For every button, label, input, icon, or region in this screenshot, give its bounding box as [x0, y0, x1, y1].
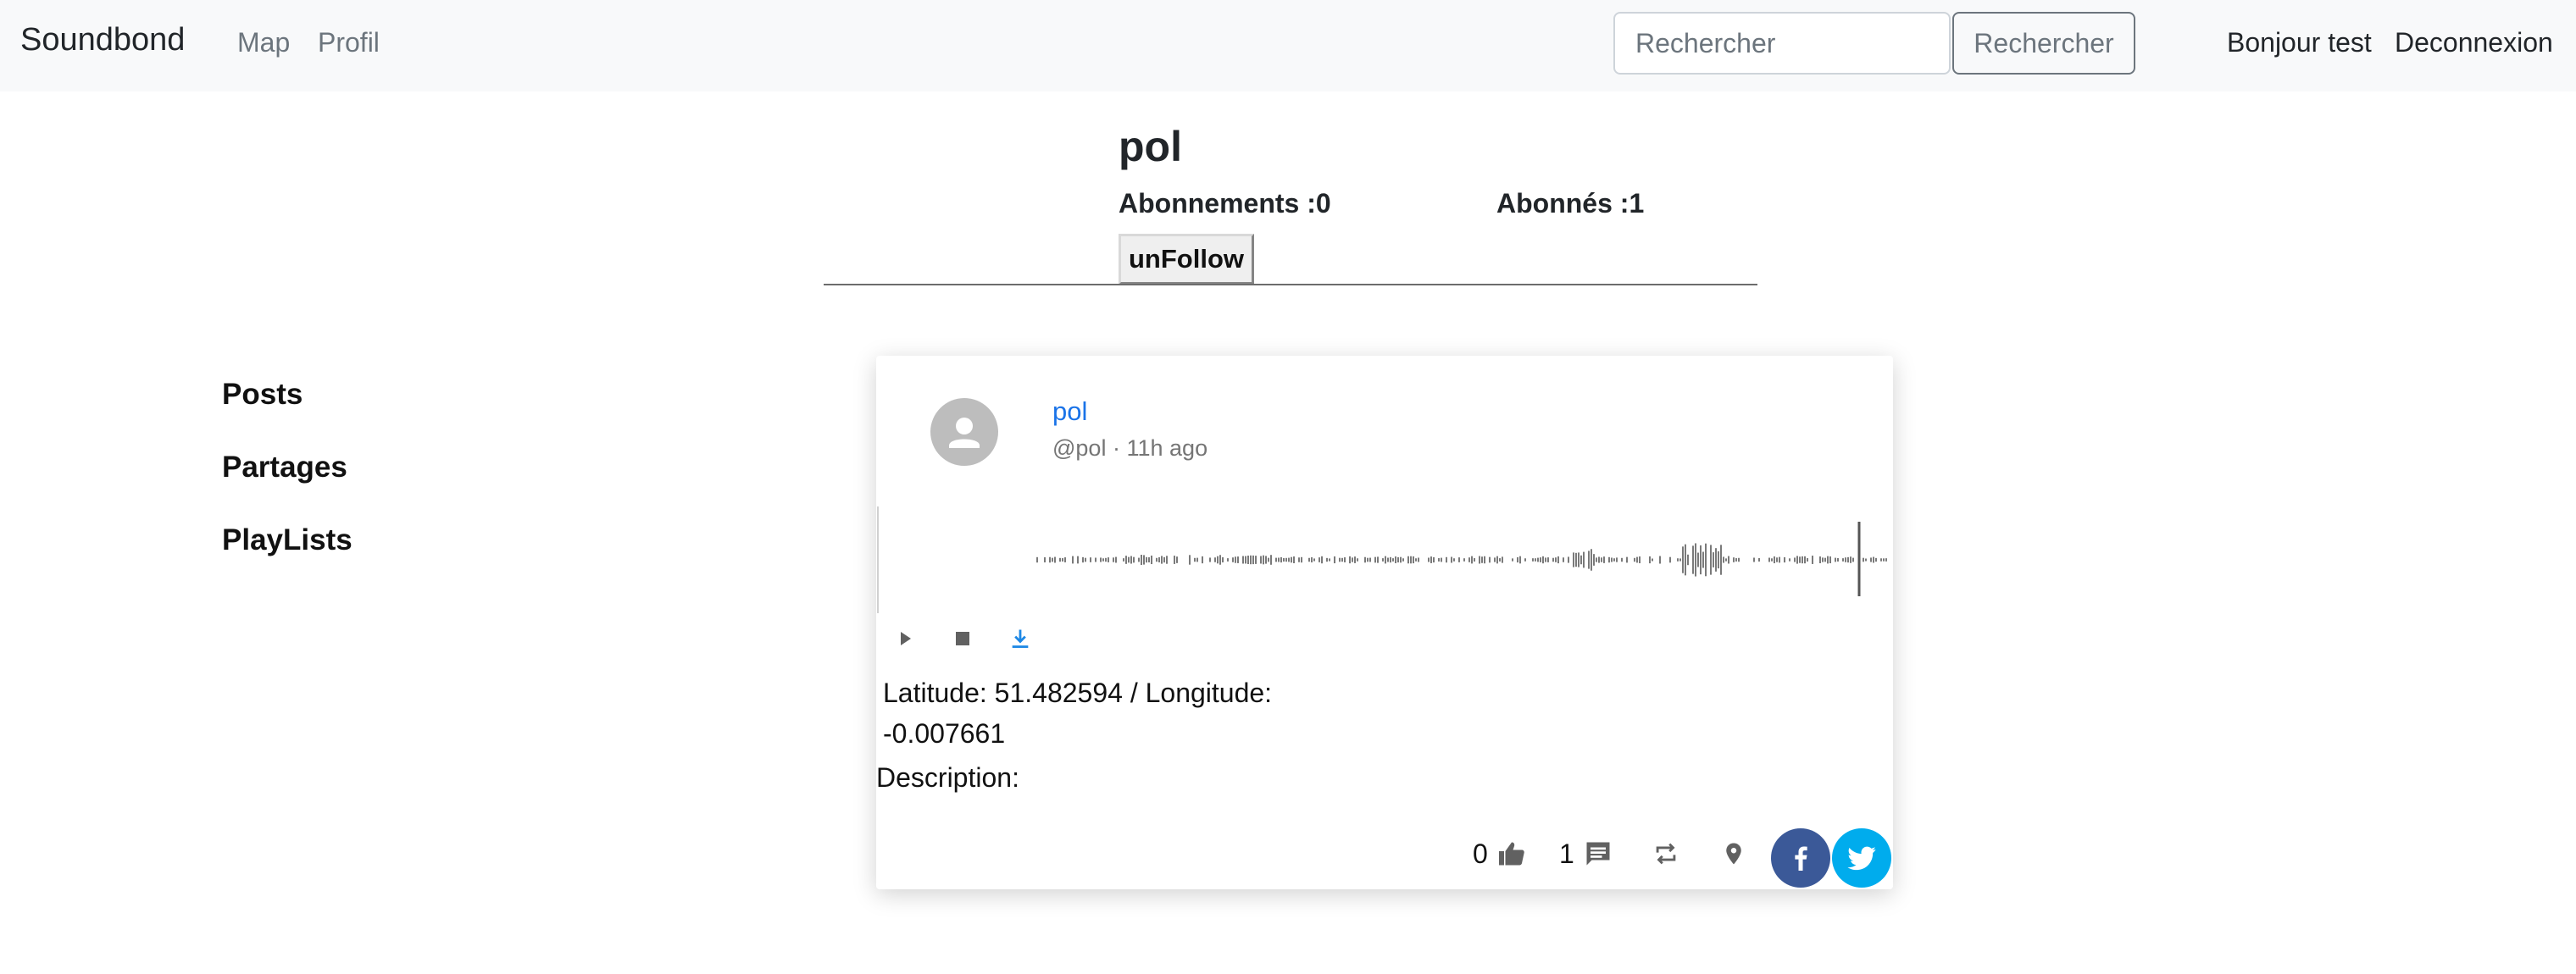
- followers-count: Abonnés :1: [1496, 188, 1645, 219]
- like-count: 0: [1473, 838, 1488, 869]
- post-author[interactable]: pol: [1052, 396, 1087, 427]
- navbar: Soundbond Map Profil Rechercher Bonjour …: [0, 0, 2576, 91]
- twitter-share-button[interactable]: [1832, 828, 1891, 888]
- logout-link[interactable]: Deconnexion: [2395, 27, 2553, 58]
- audio-waveform[interactable]: [876, 506, 1893, 613]
- like-button[interactable]: [1493, 835, 1530, 872]
- avatar[interactable]: [930, 398, 998, 466]
- search-input[interactable]: [1613, 12, 1951, 75]
- nav-link-map[interactable]: Map: [237, 27, 290, 58]
- person-icon: [949, 418, 980, 448]
- comment-icon: [1586, 842, 1610, 866]
- greeting-text: Bonjour test: [2227, 27, 2372, 58]
- play-icon: [901, 632, 911, 645]
- nav-link-profil[interactable]: Profil: [318, 27, 380, 58]
- twitter-icon: [1847, 846, 1876, 871]
- thumb-up-icon: [1499, 842, 1524, 866]
- brand-logo[interactable]: Soundbond: [20, 22, 185, 58]
- post-time: 11h ago: [1126, 435, 1208, 461]
- profile-name: pol: [1119, 123, 1182, 170]
- description-label: Description:: [876, 762, 1019, 793]
- unfollow-button[interactable]: unFollow: [1119, 234, 1254, 285]
- download-button[interactable]: [1000, 618, 1041, 659]
- meta-separator: ·: [1112, 435, 1120, 461]
- comment-button[interactable]: [1579, 835, 1617, 872]
- subscriptions-count: Abonnements :0: [1119, 188, 1331, 219]
- post-card: pol @pol · 11h ago Latitude: 51.482594 /…: [876, 356, 1893, 889]
- facebook-icon: [1795, 846, 1807, 871]
- repost-button[interactable]: [1647, 835, 1685, 872]
- post-handle: @pol: [1052, 435, 1107, 461]
- menu-item-partages[interactable]: Partages: [222, 451, 347, 484]
- download-icon: [1012, 629, 1029, 648]
- post-meta: @pol · 11h ago: [1052, 435, 1208, 462]
- location-button[interactable]: [1715, 835, 1752, 872]
- search-button[interactable]: Rechercher: [1952, 12, 2135, 75]
- menu-item-posts[interactable]: Posts: [222, 378, 303, 412]
- facebook-share-button[interactable]: [1771, 828, 1830, 888]
- menu-item-playlists[interactable]: PlayLists: [222, 523, 353, 557]
- profile-divider: [824, 284, 1757, 285]
- repost-icon: [1656, 843, 1676, 865]
- comment-count: 1: [1559, 838, 1574, 869]
- play-button[interactable]: [885, 618, 925, 659]
- stop-icon: [956, 632, 969, 645]
- stop-button[interactable]: [942, 618, 983, 659]
- post-coordinates: Latitude: 51.482594 / Longitude: -0.0076…: [883, 678, 1273, 749]
- location-pin-icon: [1726, 843, 1741, 865]
